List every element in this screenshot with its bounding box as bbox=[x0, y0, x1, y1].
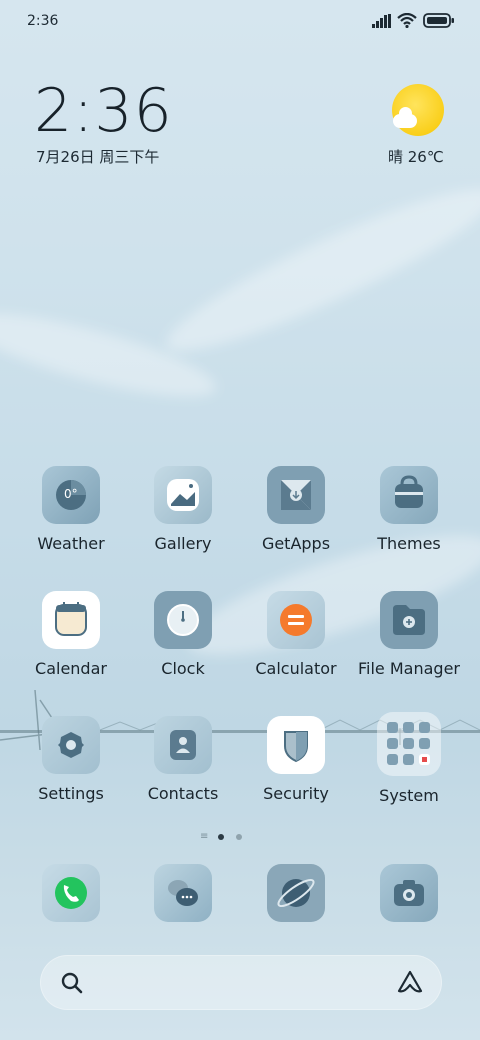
search-icon bbox=[61, 972, 83, 994]
messages-icon bbox=[154, 864, 212, 922]
app-label: Weather bbox=[37, 534, 105, 553]
battery-icon bbox=[423, 13, 454, 28]
security-icon bbox=[267, 716, 325, 774]
phone-icon bbox=[42, 864, 100, 922]
clock-icon bbox=[154, 591, 212, 649]
app-clock[interactable]: Clock bbox=[128, 591, 238, 678]
page-dot-active[interactable] bbox=[218, 834, 224, 840]
settings-icon bbox=[42, 716, 100, 774]
app-label: Calculator bbox=[255, 659, 337, 678]
dock-camera[interactable] bbox=[354, 864, 464, 922]
widget-weather: 晴 26℃ bbox=[388, 148, 444, 166]
wifi-icon bbox=[397, 13, 417, 28]
app-label: Clock bbox=[161, 659, 205, 678]
calendar-icon bbox=[42, 591, 100, 649]
app-label: Contacts bbox=[147, 784, 219, 803]
app-themes[interactable]: Themes bbox=[354, 466, 464, 553]
app-label: System bbox=[379, 786, 439, 805]
assistant-icon[interactable] bbox=[396, 969, 424, 995]
app-contacts[interactable]: Contacts bbox=[128, 716, 238, 803]
status-time: 2:36 bbox=[27, 13, 59, 29]
themes-icon bbox=[380, 466, 438, 524]
app-settings[interactable]: Settings bbox=[16, 716, 126, 803]
dock-phone[interactable] bbox=[16, 864, 126, 922]
cloud-icon bbox=[393, 107, 417, 128]
camera-icon bbox=[380, 864, 438, 922]
getapps-icon bbox=[267, 466, 325, 524]
system-folder-icon bbox=[377, 712, 441, 776]
app-label: Themes bbox=[377, 534, 441, 553]
widget-clock[interactable]: 2:36 bbox=[34, 76, 173, 146]
app-label: Security bbox=[263, 784, 329, 803]
app-system-folder[interactable]: System bbox=[354, 712, 464, 805]
page-indicator[interactable]: ≡ bbox=[0, 832, 480, 842]
app-label: Calendar bbox=[35, 659, 107, 678]
calculator-icon bbox=[267, 591, 325, 649]
app-label: Settings bbox=[38, 784, 104, 803]
page-dot[interactable] bbox=[236, 834, 242, 840]
menu-lines-icon: ≡ bbox=[200, 831, 209, 842]
app-file-manager[interactable]: File Manager bbox=[354, 591, 464, 678]
signal-icon bbox=[372, 14, 391, 28]
status-bar: 2:36 bbox=[0, 0, 480, 42]
app-getapps[interactable]: GetApps bbox=[241, 466, 351, 553]
widget-date: 7月26日 周三下午 bbox=[36, 148, 160, 166]
app-weather[interactable]: 0° Weather bbox=[16, 466, 126, 553]
app-label: File Manager bbox=[358, 659, 460, 678]
app-label: GetApps bbox=[261, 534, 331, 553]
file-manager-icon bbox=[380, 591, 438, 649]
dock-messages[interactable] bbox=[128, 864, 238, 922]
app-calculator[interactable]: Calculator bbox=[241, 591, 351, 678]
browser-icon bbox=[267, 864, 325, 922]
app-gallery[interactable]: Gallery bbox=[128, 466, 238, 553]
wallpaper-highlight bbox=[0, 297, 223, 413]
wallpaper-highlight bbox=[154, 166, 480, 374]
search-bar[interactable] bbox=[40, 955, 442, 1010]
weather-badge: 0° bbox=[64, 487, 78, 501]
app-label: Gallery bbox=[154, 534, 212, 553]
app-security[interactable]: Security bbox=[241, 716, 351, 803]
gallery-icon bbox=[154, 466, 212, 524]
app-calendar[interactable]: Calendar bbox=[16, 591, 126, 678]
dock-browser[interactable] bbox=[241, 864, 351, 922]
weather-icon: 0° bbox=[42, 466, 100, 524]
contacts-icon bbox=[154, 716, 212, 774]
